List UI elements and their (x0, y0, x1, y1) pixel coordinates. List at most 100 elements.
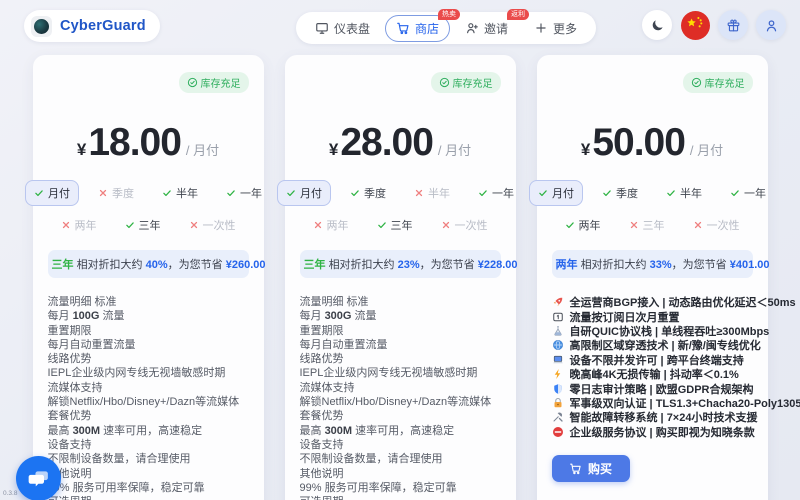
main-nav: 仪表盘 商店 热卖 邀请 返利 更多 (296, 8, 597, 44)
period-label: 一次性 (454, 220, 488, 232)
period-label: 两年 (74, 220, 97, 232)
feature-text: 企业级服务协议 | 购买即视为知晓条款 (569, 426, 755, 439)
discount-percent: 33% (649, 259, 672, 271)
discount-period: 三年 (51, 259, 74, 271)
nav-item-dashboard[interactable]: 仪表盘 (304, 15, 381, 42)
chat-icon (26, 466, 52, 492)
feature-item: 重置期限 (299, 324, 344, 337)
period-chip[interactable]: 半年 (153, 180, 207, 206)
period-label: 季度 (364, 188, 386, 200)
check-circle-icon (439, 77, 450, 88)
check-icon (602, 188, 612, 198)
buy-button[interactable]: 购买 (551, 454, 630, 482)
plan-card: 库存充足 ¥ 18.00 / 月付 月付 季度 半年 一年 两年 三年 一次性 三年 相对… (25, 55, 266, 500)
person-add-icon (465, 21, 479, 35)
lock-icon (552, 397, 564, 409)
account-button[interactable] (756, 10, 786, 40)
period-chip[interactable]: 两年 (556, 212, 610, 238)
discount-banner: 三年 相对折扣大约 23%，为您节省 ¥228.00 (299, 250, 517, 278)
check-icon (286, 188, 296, 198)
cart-icon (569, 462, 582, 475)
discount-text: 相对折扣大约 (76, 259, 146, 271)
period-chip[interactable]: 一次性 (432, 212, 497, 238)
globe-icon (552, 339, 564, 351)
nav-label: 仪表盘 (334, 21, 371, 36)
brand-logo-icon (31, 15, 52, 37)
feature-item: 全运营商BGP接入 | 动态路由优化延迟＜50ms (552, 295, 796, 309)
period-chip[interactable]: 半年 (405, 180, 459, 206)
nav-badge: 热卖 (438, 8, 461, 20)
cross-icon (313, 220, 323, 230)
nav-item-more[interactable]: 更多 (523, 15, 588, 42)
period-label: 半年 (176, 188, 198, 200)
price-currency: ¥ (580, 140, 591, 159)
feature-item: 军事级双向认证 | TLS1.3+Chacha20-Poly1305 (552, 396, 800, 410)
stock-badge: 库存充足 (178, 72, 249, 93)
period-chip[interactable]: 三年 (620, 212, 674, 238)
period-chip[interactable]: 一年 (217, 180, 271, 206)
period-chip[interactable]: 两年 (304, 212, 358, 238)
discount-text: 相对折扣大约 (328, 259, 398, 271)
feature-item: 其他说明 (299, 467, 344, 480)
feature-item: 高限制区域穿透技术 | 新/豫/闽专线优化 (552, 338, 761, 352)
rewards-button[interactable] (718, 10, 748, 40)
period-chip[interactable]: 半年 (657, 180, 711, 206)
feature-item: 套餐优势 (47, 410, 92, 423)
discount-period: 两年 (555, 259, 578, 271)
price-amount: 28.00 (340, 121, 434, 164)
check-icon (538, 188, 548, 198)
feature-item: 设备支持 (47, 438, 92, 451)
stock-label: 库存充足 (704, 79, 745, 90)
rocket-icon (552, 296, 564, 308)
period-label: 一年 (240, 188, 262, 200)
plan-card: 库存充足 ¥ 50.00 / 月付 月付 季度 半年 一年 两年 三年 一次性 两年 相对… (529, 55, 800, 500)
chat-button[interactable] (16, 456, 61, 500)
nav-label: 更多 (553, 21, 578, 36)
discount-banner: 两年 相对折扣大约 33%，为您节省 ¥401.00 (551, 250, 769, 278)
language-button[interactable] (680, 10, 710, 40)
check-icon (565, 220, 575, 230)
period-label: 两年 (578, 220, 601, 232)
flask-icon (552, 325, 564, 337)
period-chip[interactable]: 季度 (341, 180, 395, 206)
cart-icon (396, 21, 410, 35)
period-chip[interactable]: 月付 (277, 180, 331, 206)
period-chip[interactable]: 一次性 (684, 212, 749, 238)
discount-percent: 40% (145, 259, 168, 271)
check-icon (162, 188, 172, 198)
check-icon (478, 188, 488, 198)
feature-item: 可选周期 (48, 495, 249, 500)
theme-toggle-button[interactable] (642, 10, 672, 40)
period-label: 季度 (616, 188, 638, 200)
nav-item-invite[interactable]: 邀请 返利 (454, 8, 530, 42)
period-chip[interactable]: 一年 (469, 180, 523, 206)
period-chip[interactable]: 月付 (25, 180, 79, 206)
price-currency: ¥ (328, 140, 339, 159)
period-chip[interactable]: 季度 (89, 180, 143, 206)
stock-badge: 库存充足 (682, 72, 753, 93)
nav-item-store[interactable]: 商店 热卖 (385, 8, 461, 42)
plan-price: ¥ 28.00 / 月付 (300, 121, 501, 165)
period-label: 一次性 (706, 220, 740, 232)
nav-badge: 返利 (507, 8, 530, 20)
period-selector: 月付 季度 半年 一年 两年 三年 一次性 (529, 180, 766, 238)
period-label: 半年 (428, 188, 450, 200)
period-chip[interactable]: 一年 (721, 180, 775, 206)
feature-item: 99% 服务可用率保障，稳定可靠 (47, 481, 205, 494)
period-chip[interactable]: 季度 (593, 180, 647, 206)
check-icon (666, 188, 676, 198)
period-chip[interactable]: 两年 (52, 212, 106, 238)
period-chip[interactable]: 三年 (116, 212, 170, 238)
feature-item: 解锁Netflix/Hbo/Disney+/Dazn等流媒体 (299, 396, 492, 409)
period-chip[interactable]: 一次性 (180, 212, 245, 238)
nav-label: 商店 (415, 21, 440, 36)
check-icon (377, 220, 387, 230)
period-chip[interactable]: 三年 (368, 212, 422, 238)
brand[interactable]: CyberGuard (24, 10, 160, 42)
discount-amount: ¥260.00 (225, 259, 266, 271)
price-amount: 50.00 (592, 121, 686, 164)
cross-icon (61, 220, 71, 230)
discount-amount: ¥401.00 (729, 259, 770, 271)
period-selector: 月付 季度 半年 一年 两年 三年 一次性 (277, 180, 514, 238)
period-chip[interactable]: 月付 (529, 180, 583, 206)
